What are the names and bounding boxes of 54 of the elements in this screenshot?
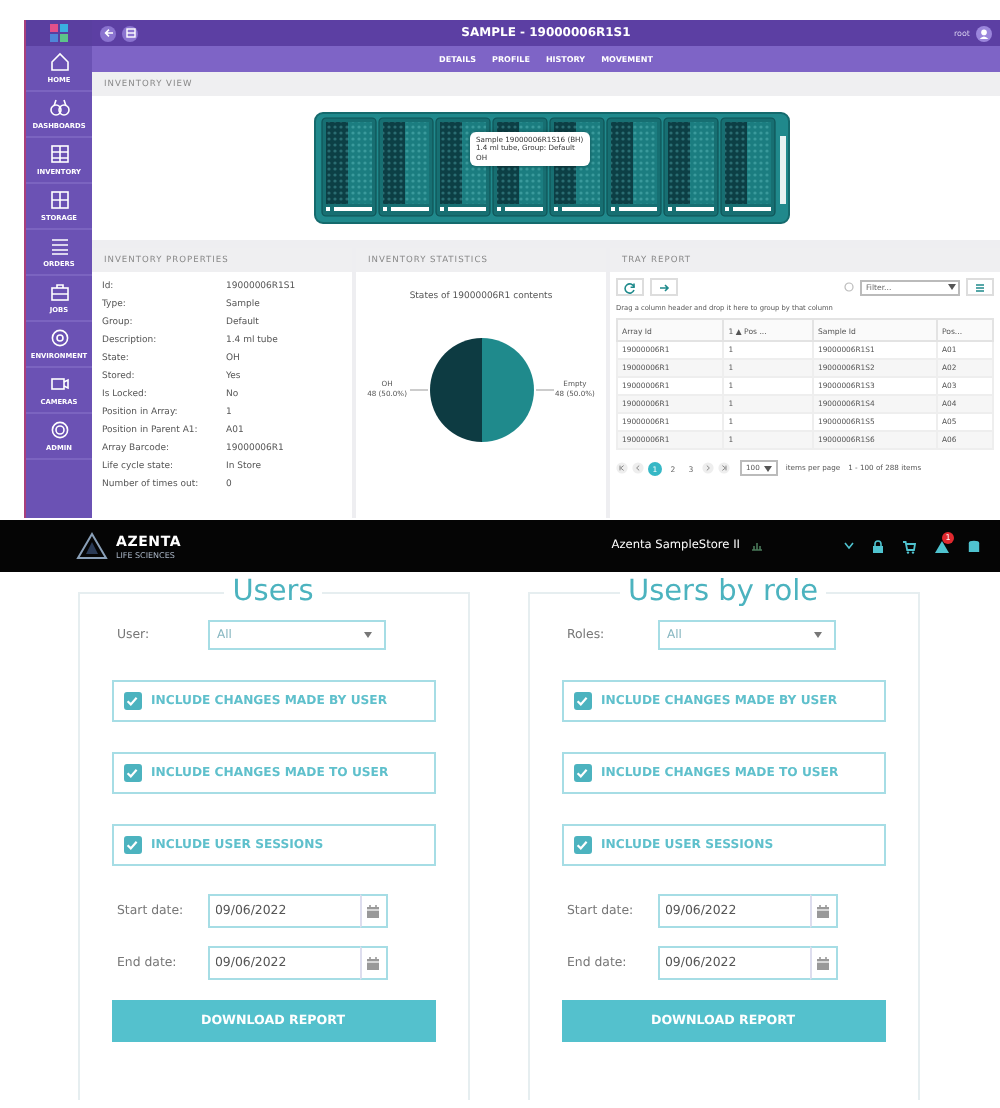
last-page-icon[interactable]	[718, 462, 730, 474]
calendar-icon	[366, 904, 380, 918]
refresh-icon	[624, 281, 636, 293]
caret-icon	[813, 632, 821, 638]
calendar-icon	[816, 956, 830, 970]
pie-slice	[429, 338, 481, 442]
triangle-logo-icon	[76, 532, 108, 560]
next-page-icon[interactable]	[702, 462, 714, 474]
binoculars-icon	[49, 98, 69, 118]
calendar-button[interactable]	[359, 946, 387, 980]
export-button[interactable]	[650, 278, 678, 296]
leader-line	[408, 389, 428, 391]
calendar-button[interactable]	[359, 894, 387, 928]
checkbox[interactable]	[573, 764, 591, 782]
refresh-button[interactable]	[616, 278, 644, 296]
checkbox[interactable]	[123, 764, 141, 782]
camera-icon	[49, 374, 69, 394]
caret-icon[interactable]	[948, 284, 956, 290]
calendar-button[interactable]	[809, 894, 837, 928]
checkbox[interactable]	[123, 692, 141, 710]
avatar-icon[interactable]	[976, 25, 992, 41]
grid-icon	[49, 190, 69, 210]
caret-icon	[363, 632, 371, 638]
arrow-right-icon	[658, 281, 670, 293]
admin-icon	[49, 420, 69, 440]
calendar-icon	[366, 956, 380, 970]
warning-icon[interactable]	[934, 539, 950, 553]
network-icon	[750, 540, 764, 552]
card-title: Users	[230, 576, 316, 608]
logo-icon	[50, 24, 68, 42]
clear-icon[interactable]	[844, 282, 854, 292]
calendar-button[interactable]	[809, 946, 837, 980]
back-button[interactable]	[100, 25, 116, 41]
leader-line	[534, 389, 554, 391]
calendar-icon	[816, 904, 830, 918]
home-icon	[49, 52, 69, 72]
checkbox[interactable]	[573, 836, 591, 854]
grid-button[interactable]	[122, 25, 138, 41]
shelf-icon	[49, 144, 69, 164]
first-page-icon[interactable]	[616, 462, 628, 474]
checkbox[interactable]	[573, 692, 591, 710]
chevron-down-icon[interactable]	[844, 542, 854, 550]
checkbox[interactable]	[123, 836, 141, 854]
caret-icon	[763, 465, 772, 471]
card-title: Users by role	[625, 576, 821, 608]
list-icon	[49, 236, 69, 256]
columns-button[interactable]	[966, 278, 994, 296]
pie-slice	[481, 338, 533, 442]
cart-icon[interactable]	[902, 539, 916, 553]
previous-page-icon[interactable]	[632, 462, 644, 474]
lock-icon[interactable]	[872, 539, 884, 553]
menu-icon	[974, 281, 986, 293]
briefcase-icon	[49, 282, 69, 302]
database-icon[interactable]	[968, 539, 980, 553]
